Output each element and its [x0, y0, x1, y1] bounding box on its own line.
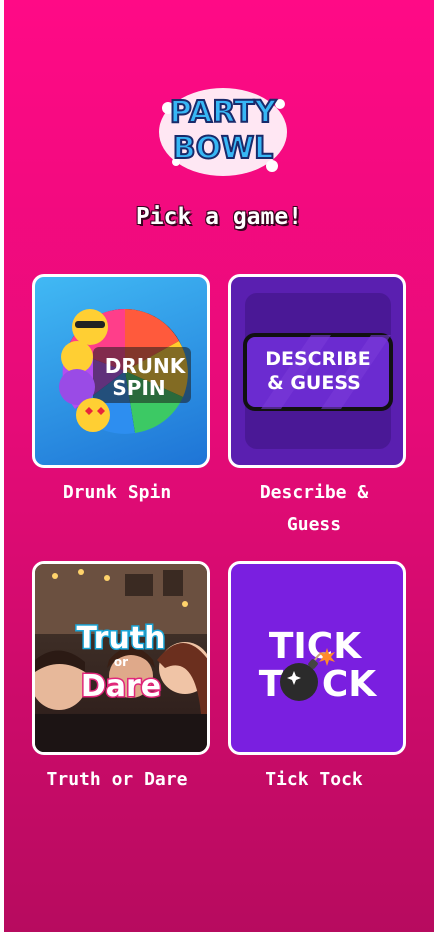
grimace-emoji-icon	[61, 341, 93, 373]
drunk-spin-art-line2: SPIN	[112, 376, 165, 400]
tick-tock-art-line2b: CK	[322, 664, 377, 705]
describe-guess-art-line2: & GUESS	[267, 372, 361, 394]
game-card-describe-guess[interactable]: DESCRIBE & GUESS	[228, 274, 406, 468]
game-label-drunk-spin[interactable]: Drunk Spin	[19, 477, 215, 509]
party-bowl-logo: PARTY BOWL	[154, 80, 292, 180]
game-label-describe-guess-line2: Guess	[286, 514, 342, 535]
logo-line1: PARTY	[170, 95, 278, 130]
tick-tock-art-line1: TICK	[269, 626, 362, 667]
truth-or-dare-art-or: or	[114, 655, 128, 669]
game-label-truth-or-dare[interactable]: Truth or Dare	[19, 764, 215, 796]
describe-guess-art-line1: DESCRIBE	[265, 348, 371, 370]
page-title: Pick a game!	[135, 204, 303, 230]
drunk-spin-art-line1: DRUNK	[105, 354, 187, 378]
game-card-tick-tock[interactable]: TICK T CK	[228, 561, 406, 755]
app-screen: PARTY BOWL Pick a game! DRUNK SPIN Drunk	[4, 0, 434, 932]
game-label-tick-tock[interactable]: Tick Tock	[216, 764, 412, 796]
game-label-describe-guess[interactable]: Describe & Guess	[216, 477, 412, 541]
truth-or-dare-art-truth: Truth	[76, 621, 165, 656]
tick-tock-art-line2a: T	[259, 664, 284, 705]
game-label-describe-guess-line1: Describe &	[259, 482, 369, 503]
game-card-drunk-spin[interactable]: DRUNK SPIN	[32, 274, 210, 468]
heart-eyes-emoji-icon	[76, 398, 110, 432]
game-card-truth-or-dare[interactable]: Truth or Dare	[32, 561, 210, 755]
logo-line2: BOWL	[173, 131, 274, 166]
truth-or-dare-art-dare: Dare	[81, 669, 161, 704]
